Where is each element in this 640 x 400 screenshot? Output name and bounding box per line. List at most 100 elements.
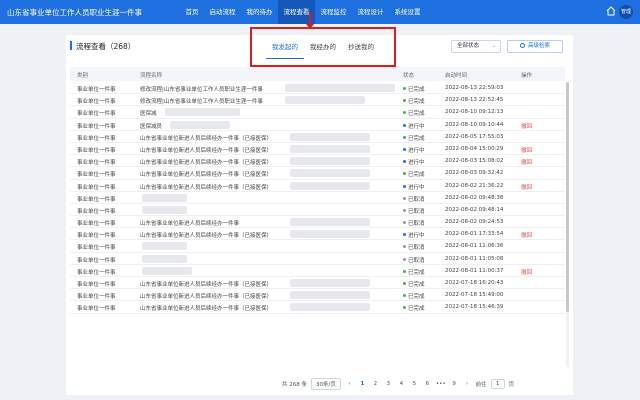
page-button[interactable]: 6	[423, 381, 432, 387]
status-filter-select[interactable]: 全部状态 ⌄	[451, 40, 501, 53]
table-scrollbar[interactable]	[566, 82, 569, 367]
row-type: 事业单位一件事	[77, 282, 116, 288]
redacted-text-mask	[290, 291, 370, 300]
nav-system-settings[interactable]: 系统设置	[389, 0, 426, 24]
table-row[interactable]: 事业单位一件事 山东省事业单位新进人员后续经办一件事（已接医保） 已完成 2022-0…	[70, 167, 565, 180]
row-type: 事业单位一件事	[77, 99, 116, 106]
row-withdraw-button[interactable]: 撤回	[521, 158, 541, 166]
row-status: 已完成	[403, 280, 443, 288]
row-start-time: 2022-08-01 11:05:08	[445, 255, 504, 262]
table-row[interactable]: 事业单位一件事 已完成 2022-08-01 11:00:37 撤回	[70, 265, 565, 277]
table-row[interactable]: 事业单位一件事 山东省事业单位新进人员后续经办一件事 已取消 2022-08-02 0…	[70, 216, 565, 229]
avatar[interactable]: 管理	[619, 5, 633, 19]
row-type: 事业单位一件事	[77, 245, 116, 252]
table-row[interactable]: 事业单位一件事 山东省事业单位新进人员后续经办一件事（已接医保） 已完成 2022-0…	[70, 277, 565, 290]
redacted-text-mask	[290, 218, 370, 227]
redacted-text-mask	[142, 242, 187, 251]
row-status: 进行中	[403, 183, 443, 191]
row-status: 进行中	[403, 146, 443, 154]
status-filter-value: 全部状态	[457, 43, 480, 49]
table-row[interactable]: 事业单位一件事 已取消 2022-08-02 09:48:14	[70, 204, 565, 217]
row-status-text: 已完成	[408, 87, 425, 93]
advanced-search-button[interactable]: 高级检索	[507, 40, 563, 53]
main-nav: 首页 启动流程 我的待办 流程查看 流程监控 流程设计 系统设置	[180, 0, 426, 24]
table-row[interactable]: 事业单位一件事 医保减 已完成 2022-08-10 09:12:13	[70, 106, 565, 119]
table-row[interactable]: 事业单位一件事 已取消 2022-08-01 11:05:08	[70, 253, 565, 265]
table-row[interactable]: 事业单位一件事 修改流程|山东省事业单位工作人员职业生涯一件事 已完成 2022-08…	[70, 94, 565, 107]
nav-process-monitor[interactable]: 流程监控	[315, 0, 352, 24]
table-row[interactable]: 事业单位一件事 山东省事业单位新进人员后续经办一件事（已接医保） 已完成 2022-0…	[70, 301, 565, 314]
table-row[interactable]: 事业单位一件事 已取消 2022-08-01 11:06:36	[70, 240, 565, 253]
jump-page-input[interactable]: 1	[490, 379, 505, 389]
page-size-select[interactable]: 30条/页	[311, 378, 341, 390]
row-type: 事业单位一件事	[77, 294, 116, 301]
status-dot-icon	[403, 172, 406, 176]
table-row[interactable]: 事业单位一件事 山东省事业单位新进人员后续经办一件事（已接医保） 已完成 2022-0…	[70, 131, 565, 143]
home-icon[interactable]	[606, 6, 616, 16]
page-button[interactable]: 9	[450, 381, 459, 387]
search-icon	[519, 43, 525, 48]
status-dot-icon	[403, 160, 406, 164]
status-dot-icon	[403, 282, 406, 285]
table-row[interactable]: 事业单位一件事 山东省事业单位新进人员后续经办一件事（已接医保） 进行中 2022-0…	[70, 228, 565, 241]
redacted-text-mask	[142, 266, 192, 275]
row-type: 事业单位一件事	[77, 257, 116, 264]
row-start-time: 2022-07-18 15:49:00	[445, 292, 504, 299]
col-header-start-time: 启动时间	[445, 73, 468, 79]
row-start-time: 2022-08-02 21:36:22	[445, 182, 504, 189]
col-header-name: 流程名称	[140, 73, 163, 79]
total-count: 共 268 条	[282, 382, 307, 388]
table-header: 类别 流程名称 状态 启动时间 操作	[70, 67, 565, 81]
row-start-time: 2022-08-04 15:00:29	[445, 145, 504, 152]
table-row[interactable]: 事业单位一件事 山东省事业单位新进人员后续经办一件事（已接医保） 已完成 2022-0…	[70, 289, 565, 302]
row-start-time: 2022-08-03 09:32:42	[445, 170, 504, 177]
table-row[interactable]: 事业单位一件事 山东省事业单位新进人员后续经办一件事（已接医保） 进行中 2022-0…	[70, 180, 565, 192]
row-status-text: 进行中	[408, 147, 425, 154]
row-start-time: 2022-08-05 17:55:03	[445, 133, 504, 140]
redacted-text-mask	[290, 279, 370, 287]
row-start-time: 2022-08-01 11:00:37	[445, 267, 504, 274]
row-withdraw-button[interactable]: 撤回	[521, 122, 541, 130]
row-withdraw-button[interactable]: 撤回	[521, 183, 541, 191]
row-start-time: 2022-08-02 09:48:14	[445, 206, 504, 213]
row-start-time: 2022-08-13 22:59:03	[445, 85, 504, 91]
next-page-button[interactable]: ›	[463, 381, 472, 387]
table-row[interactable]: 事业单位一件事 医保减员 进行中 2022-08-10 09:10:44 撤回	[70, 119, 565, 131]
table-row[interactable]: 事业单位一件事 已取消 2022-08-02 09:48:38	[70, 192, 565, 204]
redacted-text-mask	[290, 169, 370, 178]
row-withdraw-button[interactable]: 撤回	[521, 268, 541, 276]
status-dot-icon	[403, 257, 406, 261]
status-dot-icon	[403, 233, 406, 237]
row-withdraw-button[interactable]: 撤回	[521, 146, 541, 154]
scrollbar-thumb[interactable]	[566, 82, 569, 312]
row-status: 已完成	[403, 292, 443, 300]
row-type: 事业单位一件事	[77, 208, 116, 215]
more-pages-ellipsis[interactable]: •••	[436, 381, 446, 387]
status-dot-icon	[403, 208, 406, 212]
redacted-text-mask	[285, 96, 365, 105]
row-type: 事业单位一件事	[77, 111, 116, 118]
row-type: 事业单位一件事	[77, 196, 116, 203]
row-status: 已取消	[403, 219, 443, 227]
page-button[interactable]: 1	[358, 381, 367, 387]
page-button[interactable]: 4	[397, 381, 406, 387]
nav-process-design[interactable]: 流程设计	[352, 0, 389, 24]
row-status-text: 进行中	[408, 160, 425, 167]
nav-home[interactable]: 首页	[180, 0, 204, 24]
row-type: 事业单位一件事	[77, 123, 116, 130]
prev-page-button[interactable]: ‹	[345, 381, 354, 387]
page-button[interactable]: 2	[371, 381, 380, 387]
table-row[interactable]: 事业单位一件事 山东省事业单位新进人员后续经办一件事（已接医保） 进行中 2022-0…	[70, 143, 565, 156]
jump-suffix: 页	[508, 382, 515, 388]
row-type: 事业单位一件事	[77, 147, 116, 154]
nav-my-todo[interactable]: 我的待办	[241, 0, 278, 24]
row-status: 已完成	[403, 170, 443, 178]
page-button[interactable]: 3	[384, 381, 393, 387]
page-button[interactable]: 5	[410, 381, 419, 387]
nav-start-process[interactable]: 启动流程	[204, 0, 241, 24]
redacted-text-mask	[165, 108, 240, 117]
table-row[interactable]: 事业单位一件事 修改流程|山东省事业单位工作人员职业生涯一件事 已完成 2022-08…	[70, 82, 565, 95]
row-withdraw-button[interactable]: 撤回	[521, 231, 541, 239]
table-row[interactable]: 事业单位一件事 山东省事业单位新进人员后续经办一件事（已接医保） 进行中 2022-0…	[70, 155, 565, 168]
status-dot-icon	[403, 123, 406, 127]
